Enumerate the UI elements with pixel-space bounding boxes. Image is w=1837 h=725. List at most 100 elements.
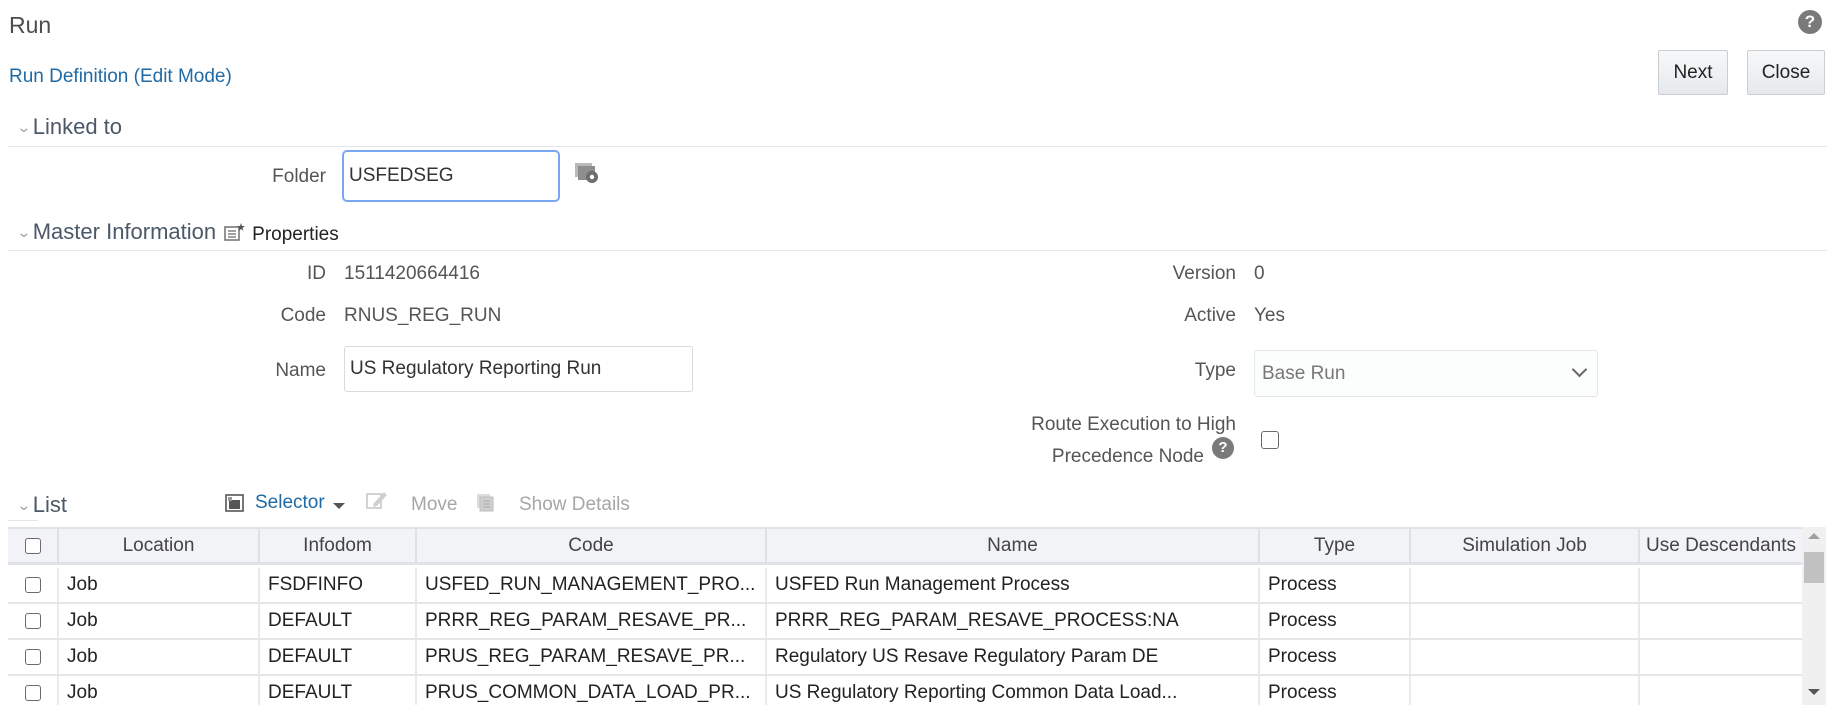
run-definition-link[interactable]: Run Definition (Edit Mode) <box>9 66 232 88</box>
type-select-value: Base Run <box>1262 362 1346 384</box>
scroll-down-arrow-icon[interactable] <box>1808 689 1820 695</box>
section-divider <box>8 250 1827 251</box>
cell-simulation-job <box>1411 568 1640 602</box>
type-select[interactable]: Base Run <box>1254 350 1598 397</box>
master-information-section-toggle[interactable]: ⌄ Master Information Properties <box>16 218 339 246</box>
cell-simulation-job <box>1411 604 1640 638</box>
section-divider <box>8 520 38 521</box>
caret-down-icon <box>332 503 345 509</box>
id-value: 1511420664416 <box>344 263 480 284</box>
cell-infodom: DEFAULT <box>260 640 417 674</box>
show-details-button[interactable]: Show Details <box>519 494 630 516</box>
cell-code: PRUS_COMMON_DATA_LOAD_PR... <box>417 676 767 705</box>
version-value: 0 <box>1254 263 1265 284</box>
column-header-use-descendants[interactable]: Use Descendants <box>1640 529 1802 562</box>
cell-location: Job <box>59 604 260 638</box>
table-scrollbar[interactable] <box>1802 527 1826 705</box>
row-select-cell <box>8 640 59 674</box>
cell-type: Process <box>1260 676 1411 705</box>
cell-infodom: DEFAULT <box>260 604 417 638</box>
chevron-down-icon: ⌄ <box>16 223 32 240</box>
cell-code: PRRR_REG_PARAM_RESAVE_PR... <box>417 604 767 638</box>
row-select-cell <box>8 568 59 602</box>
cell-name: US Regulatory Reporting Common Data Load… <box>767 676 1260 705</box>
route-execution-label-line1: Route Execution to High <box>1031 414 1236 435</box>
section-divider <box>8 146 1827 147</box>
list-section-toggle[interactable]: ⌄ List <box>16 492 67 518</box>
folder-input-value: USFEDSEG <box>349 165 454 186</box>
cell-code: USFED_RUN_MANAGEMENT_PRO... <box>417 568 767 602</box>
cell-name: USFED Run Management Process <box>767 568 1260 602</box>
folder-settings-icon[interactable] <box>574 162 600 184</box>
cell-use-descendants <box>1640 676 1802 705</box>
name-input[interactable]: US Regulatory Reporting Run <box>344 346 693 392</box>
table-row[interactable]: Job DEFAULT PRUS_REG_PARAM_RESAVE_PR... Reg… <box>8 640 1802 676</box>
table-row[interactable]: Job DEFAULT PRRR_REG_PARAM_RESAVE_PR... PRR… <box>8 604 1802 640</box>
row-select-cell <box>8 676 59 705</box>
cell-use-descendants <box>1640 640 1802 674</box>
code-label: Code <box>280 305 326 326</box>
column-header-type[interactable]: Type <box>1260 529 1411 562</box>
code-value: RNUS_REG_RUN <box>344 305 502 326</box>
linked-to-title: Linked to <box>32 114 123 139</box>
move-button[interactable]: Move <box>411 494 457 516</box>
scroll-up-arrow-icon[interactable] <box>1808 533 1820 539</box>
row-checkbox[interactable] <box>24 649 41 665</box>
cell-name: Regulatory US Resave Regulatory Param DE <box>767 640 1260 674</box>
cell-type: Process <box>1260 640 1411 674</box>
edit-properties-icon[interactable] <box>224 222 246 242</box>
cell-location: Job <box>59 640 260 674</box>
row-checkbox[interactable] <box>24 613 41 629</box>
row-checkbox[interactable] <box>24 577 41 593</box>
list-table: Location Infodom Code Name Type Simulati… <box>8 527 1802 705</box>
next-button[interactable]: Next <box>1658 50 1728 95</box>
close-button[interactable]: Close <box>1747 50 1825 95</box>
linked-to-section-toggle[interactable]: ⌄ Linked to <box>16 114 123 140</box>
id-label: ID <box>307 263 326 284</box>
row-checkbox[interactable] <box>24 685 41 701</box>
active-value: Yes <box>1254 305 1285 326</box>
cell-type: Process <box>1260 604 1411 638</box>
cell-name: PRRR_REG_PARAM_RESAVE_PROCESS:NA <box>767 604 1260 638</box>
cell-code: PRUS_REG_PARAM_RESAVE_PR... <box>417 640 767 674</box>
column-header-location[interactable]: Location <box>59 529 260 562</box>
cell-use-descendants <box>1640 568 1802 602</box>
select-all-checkbox[interactable] <box>24 537 41 554</box>
selector-label: Selector <box>255 492 325 513</box>
show-details-icon <box>476 493 496 513</box>
selector-button[interactable]: Selector <box>225 492 345 514</box>
route-execution-label-line2: Precedence Node <box>1051 446 1204 467</box>
cell-simulation-job <box>1411 676 1640 705</box>
chevron-down-icon: ⌄ <box>16 118 32 135</box>
cell-use-descendants <box>1640 604 1802 638</box>
type-label: Type <box>1194 360 1236 381</box>
column-header-code[interactable]: Code <box>417 529 767 562</box>
table-row[interactable]: Job FSDFINFO USFED_RUN_MANAGEMENT_PRO... US… <box>8 568 1802 604</box>
route-execution-checkbox[interactable] <box>1261 431 1279 449</box>
select-all-cell <box>8 529 59 562</box>
row-select-cell <box>8 604 59 638</box>
column-header-simulation-job[interactable]: Simulation Job <box>1411 529 1640 562</box>
version-label: Version <box>1172 263 1236 284</box>
table-row[interactable]: Job DEFAULT PRUS_COMMON_DATA_LOAD_PR... US … <box>8 676 1802 705</box>
folder-input[interactable]: USFEDSEG <box>342 150 560 202</box>
column-header-infodom[interactable]: Infodom <box>260 529 417 562</box>
chevron-down-icon <box>1571 361 1588 378</box>
name-input-value: US Regulatory Reporting Run <box>350 358 602 379</box>
scrollbar-thumb[interactable] <box>1804 552 1824 583</box>
chevron-down-icon: ⌄ <box>16 496 32 513</box>
help-icon[interactable]: ? <box>1212 437 1234 459</box>
table-header: Location Infodom Code Name Type Simulati… <box>8 527 1802 565</box>
master-information-title: Master Information <box>32 219 217 244</box>
cell-location: Job <box>59 676 260 705</box>
name-label: Name <box>275 360 326 381</box>
cell-type: Process <box>1260 568 1411 602</box>
list-title: List <box>32 492 67 517</box>
edit-icon <box>366 490 388 510</box>
cell-simulation-job <box>1411 640 1640 674</box>
active-label: Active <box>1184 305 1236 326</box>
column-header-name[interactable]: Name <box>767 529 1260 562</box>
properties-link[interactable]: Properties <box>252 224 339 246</box>
page-title: Run <box>9 12 52 38</box>
help-icon[interactable]: ? <box>1798 10 1822 34</box>
